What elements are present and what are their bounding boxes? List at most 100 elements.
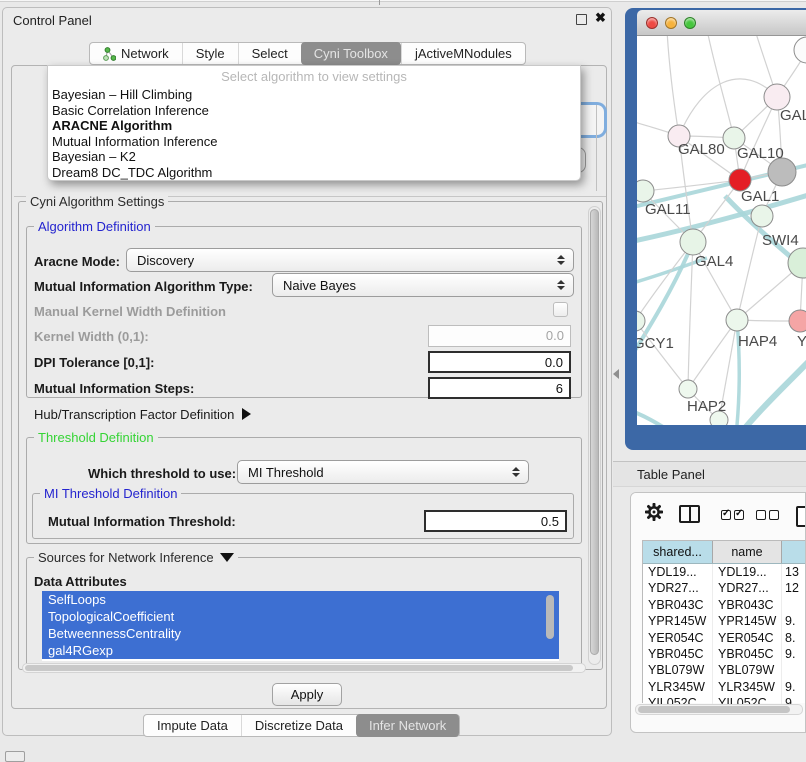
- network-node-gal11[interactable]: [637, 180, 654, 202]
- column-header[interactable]: name: [713, 541, 782, 563]
- table-row[interactable]: YPR145WYPR145W9.: [643, 613, 805, 629]
- algorithm-option[interactable]: Dream8 DC_TDC Algorithm: [48, 165, 580, 181]
- manual-kernel-checkbox[interactable]: [553, 302, 568, 317]
- table-row[interactable]: YLR345WYLR345W9.: [643, 679, 805, 695]
- network-node-gcy1[interactable]: [637, 311, 645, 331]
- export-table-icon[interactable]: [796, 506, 806, 527]
- tab-label: Infer Network: [369, 718, 446, 733]
- network-node-y[interactable]: [789, 310, 806, 332]
- node-table: shared...name YDL19...YDL19...13YDR27...…: [642, 540, 805, 703]
- node-label: Y: [797, 333, 806, 350]
- float-window-icon[interactable]: [576, 14, 587, 25]
- settings-scrollbar-thumb[interactable]: [590, 209, 599, 655]
- algorithm-dropdown-placeholder: Select algorithm to view settings: [48, 66, 580, 87]
- dpi-tolerance-field[interactable]: 0.0: [428, 351, 571, 373]
- attribute-item[interactable]: TopologicalCoefficient: [42, 608, 559, 625]
- tab-discretize-data[interactable]: Discretize Data: [241, 715, 356, 736]
- algorithm-option[interactable]: Bayesian – Hill Climbing: [48, 87, 580, 103]
- table-row[interactable]: YBR045CYBR045C9.: [643, 646, 805, 662]
- select-all-icon[interactable]: [721, 510, 731, 520]
- gear-icon[interactable]: [645, 503, 663, 524]
- table-row[interactable]: YDR27...YDR27...12: [643, 580, 805, 596]
- tab-jactivemnodules[interactable]: jActiveMNodules: [401, 43, 525, 64]
- table-hscrollbar[interactable]: [635, 704, 803, 715]
- tab-label: Discretize Data: [255, 718, 343, 733]
- column-header[interactable]: shared...: [643, 541, 713, 563]
- deselect-all-icon[interactable]: [756, 510, 766, 520]
- table-cell: 9.: [782, 646, 805, 662]
- network-window-titlebar[interactable]: [637, 10, 806, 36]
- data-attributes-list[interactable]: SelfLoopsTopologicalCoefficientBetweenne…: [42, 591, 559, 661]
- mi-steps-field[interactable]: 6: [428, 377, 571, 399]
- table-row[interactable]: YBR043CYBR043C: [643, 597, 805, 613]
- table-cell: 8.: [782, 630, 805, 646]
- algorithm-option[interactable]: ARACNE Algorithm: [48, 118, 580, 134]
- network-node[interactable]: [768, 158, 796, 186]
- tab-select[interactable]: Select: [238, 43, 301, 64]
- close-traffic-light-icon[interactable]: [646, 17, 658, 29]
- table-cell: YIL052C: [713, 695, 782, 704]
- algorithm-definition-title: Algorithm Definition: [34, 219, 155, 234]
- floating-panel-icon[interactable]: [5, 751, 25, 762]
- toolbar-divider: [379, 0, 380, 5]
- settings-scrollbar[interactable]: [588, 206, 601, 665]
- table-row[interactable]: YER054CYER054C8.: [643, 630, 805, 646]
- settings-hscrollbar-thumb[interactable]: [25, 665, 573, 671]
- attribute-item[interactable]: SelfLoops: [42, 591, 559, 608]
- table-cell: 13: [782, 564, 805, 580]
- table-hscrollbar-thumb[interactable]: [638, 706, 790, 713]
- tab-infer-network[interactable]: Infer Network: [356, 714, 459, 737]
- column-header[interactable]: [782, 541, 805, 563]
- network-node-hap2[interactable]: [679, 380, 697, 398]
- table-row[interactable]: YBL079WYBL079W: [643, 662, 805, 678]
- zoom-traffic-light-icon[interactable]: [684, 17, 696, 29]
- network-node-hap4[interactable]: [726, 309, 748, 331]
- mi-threshold-field[interactable]: 0.5: [424, 510, 567, 532]
- table-cell: YDR27...: [713, 580, 782, 596]
- table-row[interactable]: YDL19...YDL19...13: [643, 564, 805, 580]
- network-node[interactable]: [794, 37, 806, 63]
- table-cell: YBR043C: [643, 597, 713, 613]
- select-all-icon[interactable]: [734, 510, 744, 520]
- node-label: HAP4: [738, 333, 777, 350]
- apply-button[interactable]: Apply: [272, 683, 342, 706]
- attribute-item[interactable]: gal4RGexp: [42, 642, 559, 659]
- table-cell: YBR045C: [713, 646, 782, 662]
- attribute-item[interactable]: BetweennessCentrality: [42, 625, 559, 642]
- data-attributes-label: Data Attributes: [34, 574, 127, 589]
- node-label: HAP2: [687, 398, 726, 415]
- algorithm-option[interactable]: Mutual Information Inference: [48, 134, 580, 150]
- algorithm-option[interactable]: Basic Correlation Inference: [48, 103, 580, 119]
- table-cell: 9.: [782, 613, 805, 629]
- tab-style[interactable]: Style: [182, 43, 238, 64]
- table-panel-header: Table Panel: [613, 461, 806, 487]
- settings-hscrollbar[interactable]: [22, 663, 586, 673]
- table-row[interactable]: YIL052CYIL052C9: [643, 695, 805, 704]
- attributes-scrollbar[interactable]: [545, 595, 555, 657]
- tab-cyni-toolbox[interactable]: Cyni Toolbox: [301, 42, 401, 65]
- network-node[interactable]: [751, 205, 773, 227]
- algorithm-option[interactable]: Bayesian – K2: [48, 149, 580, 165]
- attributes-scrollbar-thumb[interactable]: [546, 595, 554, 639]
- minimize-traffic-light-icon[interactable]: [665, 17, 677, 29]
- aracne-mode-combo[interactable]: Discovery: [126, 248, 574, 272]
- split-columns-icon[interactable]: [679, 505, 700, 523]
- network-canvas[interactable]: GALGAL80GAL10GAL1GAL11GAL4SWI4HAP4YGCY1H…: [637, 36, 806, 425]
- close-panel-icon[interactable]: ✖: [595, 10, 606, 26]
- node-label: GAL: [780, 107, 806, 124]
- which-threshold-combo[interactable]: MI Threshold: [237, 460, 529, 484]
- table-cell: YLR345W: [713, 679, 782, 695]
- deselect-all-icon[interactable]: [769, 510, 779, 520]
- expand-right-icon: [242, 408, 251, 420]
- mi-algorithm-type-combo[interactable]: Naive Bayes: [272, 273, 574, 297]
- collapse-down-icon: [220, 553, 234, 562]
- panel-collapse-arrow-icon[interactable]: [613, 369, 619, 379]
- network-node-gal4[interactable]: [680, 229, 706, 255]
- sources-toggle[interactable]: Sources for Network Inference: [34, 550, 238, 565]
- tab-network[interactable]: Network: [90, 43, 182, 64]
- tab-impute-data[interactable]: Impute Data: [144, 715, 241, 736]
- cyni-bottom-tabs: Impute Data Discretize Data Infer Network: [143, 714, 460, 737]
- hub-definition-toggle[interactable]: Hub/Transcription Factor Definition: [34, 407, 251, 422]
- cyni-algorithm-settings-title: Cyni Algorithm Settings: [26, 194, 168, 209]
- which-threshold-value: MI Threshold: [248, 465, 324, 480]
